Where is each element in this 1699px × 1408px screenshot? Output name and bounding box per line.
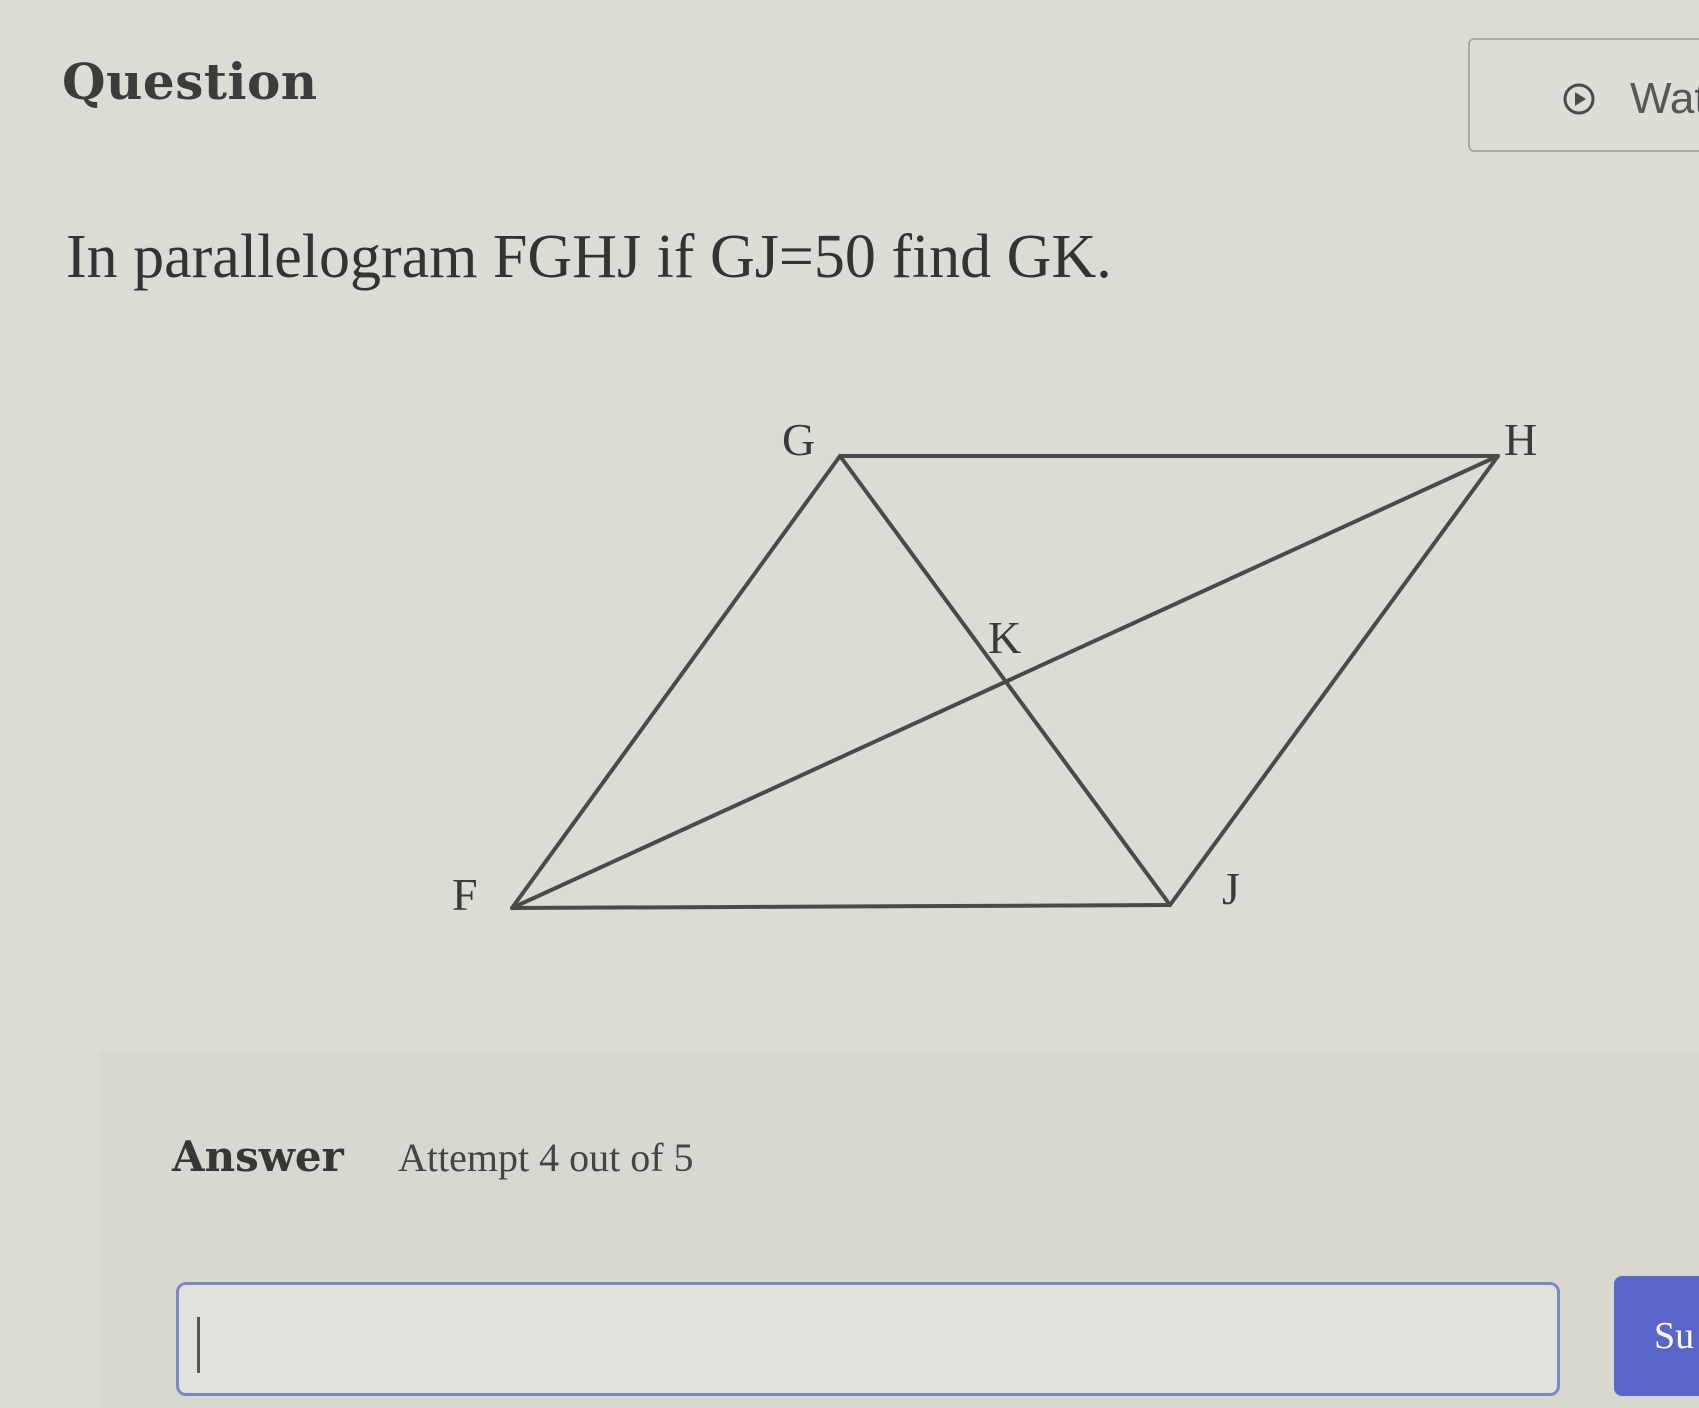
- play-circle-icon: [1563, 83, 1595, 115]
- vertex-label-g: G: [782, 414, 815, 465]
- answer-label: Answer: [172, 1132, 344, 1181]
- submit-button-label: Su: [1654, 1315, 1695, 1357]
- vertex-label-k: K: [988, 612, 1021, 663]
- answer-input[interactable]: [176, 1282, 1560, 1396]
- vertex-label-j: J: [1222, 863, 1240, 914]
- vertex-label-h: H: [1504, 414, 1537, 465]
- vertex-label-f: F: [452, 869, 478, 920]
- diagonal-gj: [838, 454, 1172, 907]
- attempt-counter: Attempt 4 out of 5: [398, 1135, 694, 1180]
- watch-video-label: Wat: [1630, 74, 1699, 123]
- side-jf: [510, 903, 1172, 910]
- question-prompt: In parallelogram FGHJ if GJ=50 find GK.: [66, 223, 1112, 291]
- diagonal-fh: [510, 454, 1500, 910]
- page-title: Question: [62, 52, 318, 111]
- submit-button[interactable]: Su: [1614, 1276, 1699, 1396]
- side-hj: [1168, 454, 1500, 907]
- text-caret: [197, 1317, 200, 1373]
- watch-video-button[interactable]: Wat: [1468, 38, 1699, 152]
- side-fg: [510, 454, 842, 910]
